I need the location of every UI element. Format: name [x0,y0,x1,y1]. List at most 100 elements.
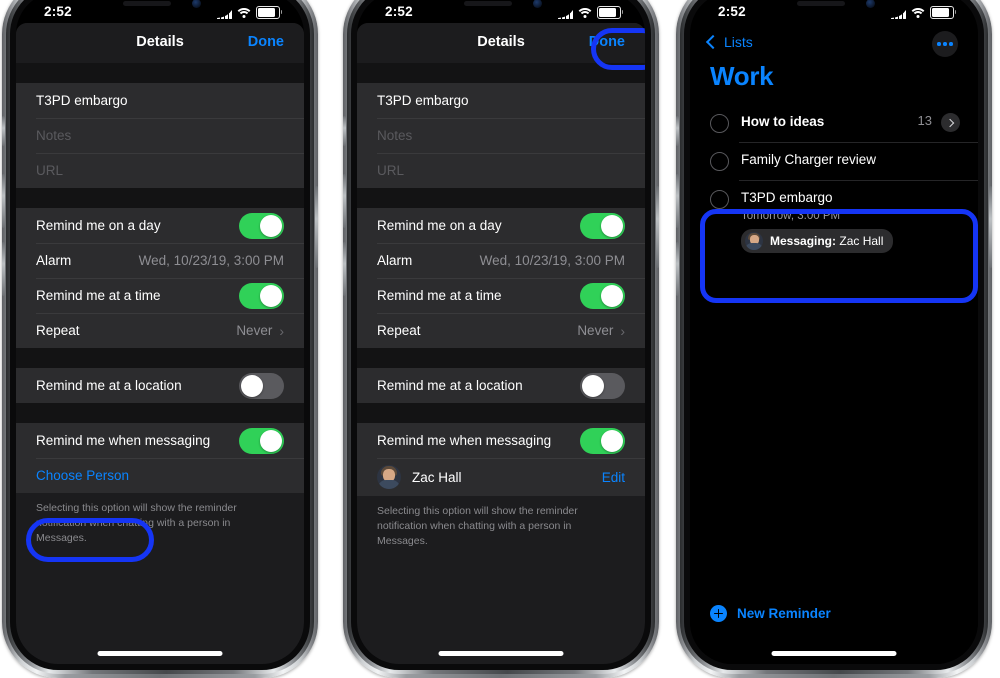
notes-field[interactable]: Notes [16,118,304,153]
plus-circle-icon [710,605,727,622]
home-indicator[interactable] [438,651,564,656]
remind-on-day-toggle[interactable] [239,212,284,239]
remind-when-messaging-row[interactable]: Remind me when messaging [16,423,304,458]
remind-on-day-row[interactable]: Remind me on a day [16,208,304,243]
contact-photo-zac-hall [377,465,401,489]
edit-person-button[interactable]: Edit [602,470,625,485]
home-indicator[interactable] [97,651,223,656]
mute-switch[interactable] [676,116,679,146]
phone-3: 2:52 Lists Work How to ideas 13 Family C… [676,0,992,678]
reminder-title-value: T3PD embargo [377,93,469,108]
selected-person-row[interactable]: Zac Hall Edit [357,458,645,496]
battery-icon [597,6,624,19]
section-gap [357,348,645,368]
battery-icon [930,6,957,19]
url-placeholder: URL [377,163,405,178]
notch [85,0,235,18]
reminders-list-screen: Lists Work How to ideas 13 Family Charge… [690,31,978,664]
volume-up-button[interactable] [676,174,679,228]
complete-circle-icon[interactable] [710,114,729,133]
power-button[interactable] [989,186,992,268]
status-time: 2:52 [44,4,72,19]
section-gap [357,63,645,83]
remind-when-messaging-toggle[interactable] [580,427,625,454]
phone-1: 2:52 Details Done T3PD embargo Notes URL [2,0,318,678]
reminder-title-field[interactable]: T3PD embargo [357,83,645,118]
messaging-footnote: Selecting this option will show the remi… [16,493,304,547]
notes-field[interactable]: Notes [357,118,645,153]
remind-when-messaging-toggle[interactable] [239,427,284,454]
phone-2: 2:52 Details Done T3PD embargo Notes URL [343,0,659,678]
url-field[interactable]: URL [357,153,645,188]
alarm-label: Alarm [36,253,72,268]
selected-person-name: Zac Hall [412,469,462,485]
url-field[interactable]: URL [16,153,304,188]
section-gap [357,188,645,208]
list-item[interactable]: T3PD embargo Tomorrow, 3:00 PM Messaging… [690,180,978,267]
details-sheet: Details Done T3PD embargo Notes URL Remi… [357,23,645,664]
remind-at-location-row[interactable]: Remind me at a location [357,368,645,403]
repeat-value: Never [577,323,614,338]
remind-when-messaging-row[interactable]: Remind me when messaging [357,423,645,458]
volume-down-button[interactable] [676,242,679,296]
power-button[interactable] [315,186,318,268]
remind-at-time-toggle[interactable] [239,282,284,309]
remind-on-day-label: Remind me on a day [377,218,502,233]
reminder-text: How to ideas [741,113,910,131]
remind-at-location-label: Remind me at a location [36,378,182,393]
power-button[interactable] [656,186,659,268]
choose-person-button[interactable]: Choose Person [16,458,304,493]
remind-at-time-row[interactable]: Remind me at a time [357,278,645,313]
earpiece-speaker [123,1,171,6]
remind-at-location-toggle[interactable] [580,372,625,399]
remind-at-time-label: Remind me at a time [36,288,161,303]
back-to-lists-button[interactable]: Lists [705,34,753,50]
alarm-row[interactable]: Alarm Wed, 10/23/19, 3:00 PM [357,243,645,278]
alarm-row[interactable]: Alarm Wed, 10/23/19, 3:00 PM [16,243,304,278]
remind-at-time-label: Remind me at a time [377,288,502,303]
phone-3-screen: 2:52 Lists Work How to ideas 13 Family C… [690,0,978,664]
volume-up-button[interactable] [2,174,5,228]
section-gap [357,403,645,423]
alarm-label: Alarm [377,253,413,268]
reminder-title-field[interactable]: T3PD embargo [16,83,304,118]
remind-at-time-toggle[interactable] [580,282,625,309]
location-group: Remind me at a location [16,368,304,403]
notch [426,0,576,18]
wifi-icon [576,8,594,19]
new-reminder-button[interactable]: New Reminder [710,605,831,622]
reminder-due-date: Tomorrow, 3:00 PM [741,210,841,222]
repeat-row[interactable]: Repeat Never › [357,313,645,348]
list-item[interactable]: Family Charger review [690,142,978,180]
repeat-row[interactable]: Repeat Never › [16,313,304,348]
list-item[interactable]: How to ideas 13 [690,104,978,142]
mute-switch[interactable] [343,116,346,146]
remind-at-location-label: Remind me at a location [377,378,523,393]
complete-circle-icon[interactable] [710,152,729,171]
mute-switch[interactable] [2,116,5,146]
chevron-right-icon[interactable] [941,113,960,132]
day-time-group: Remind me on a day Alarm Wed, 10/23/19, … [357,208,645,348]
volume-down-button[interactable] [343,242,346,296]
remind-on-day-toggle[interactable] [580,212,625,239]
remind-at-location-toggle[interactable] [239,372,284,399]
remind-at-time-row[interactable]: Remind me at a time [16,278,304,313]
notch [759,0,909,18]
volume-up-button[interactable] [343,174,346,228]
done-button[interactable]: Done [248,34,284,50]
volume-down-button[interactable] [2,242,5,296]
text-fields-group: T3PD embargo Notes URL [16,83,304,188]
reminder-title: How to ideas [741,114,825,129]
remind-on-day-row[interactable]: Remind me on a day [357,208,645,243]
done-button[interactable]: Done [589,34,625,50]
earpiece-speaker [797,1,845,6]
home-indicator[interactable] [771,651,897,656]
complete-circle-icon[interactable] [710,190,729,209]
remind-at-location-row[interactable]: Remind me at a location [16,368,304,403]
more-options-icon[interactable] [932,31,958,57]
front-camera [866,0,875,8]
url-placeholder: URL [36,163,64,178]
section-gap [16,188,304,208]
messaging-person-chip[interactable]: Messaging: Zac Hall [741,229,894,253]
wifi-icon [909,8,927,19]
